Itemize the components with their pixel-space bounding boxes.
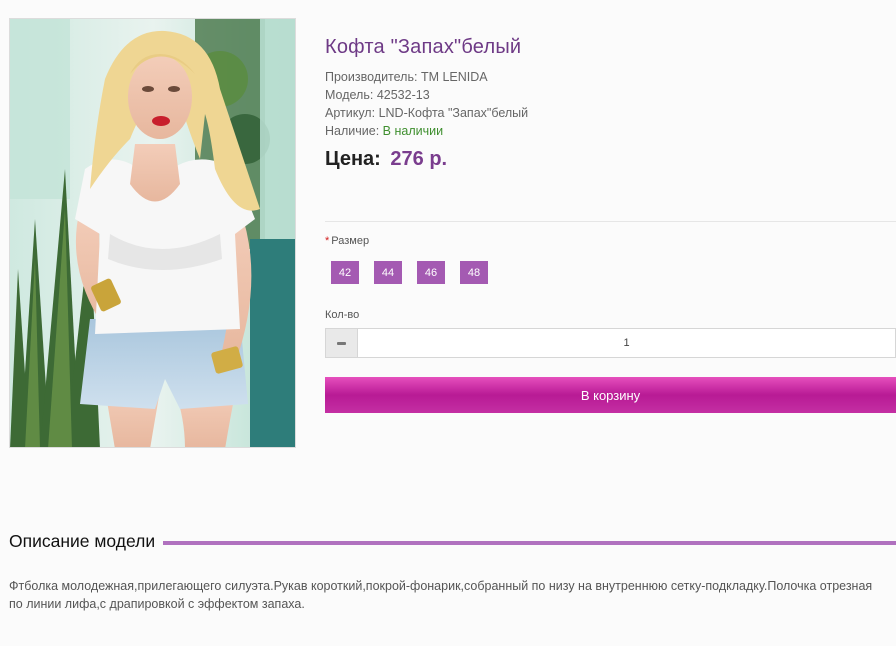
model-label: Модель:	[325, 88, 374, 102]
size-label: * Размер	[325, 235, 369, 247]
price-value: 276 р.	[390, 148, 448, 170]
sku-label: Артикул:	[325, 106, 376, 120]
product-title: Кофта "Запах"белый	[325, 36, 522, 58]
quantity-label: Кол-во	[325, 309, 360, 321]
model-value: 42532-13	[376, 88, 430, 102]
size-option-42[interactable]: 42	[331, 261, 359, 284]
model-row: Модель: 42532-13	[325, 88, 430, 102]
size-option-46[interactable]: 46	[417, 261, 445, 284]
description-header: Описание модели	[9, 531, 896, 552]
minus-icon	[337, 341, 346, 345]
product-image	[10, 19, 295, 447]
manufacturer-label: Производитель:	[325, 70, 418, 84]
size-options: 42 44 46 48	[331, 261, 488, 284]
sku-value: LND-Кофта "Запах"белый	[378, 106, 529, 120]
price-label: Цена:	[325, 148, 381, 170]
quantity-input[interactable]	[358, 329, 895, 357]
description-heading: Описание модели	[9, 531, 156, 551]
manufacturer-value[interactable]: TM LENIDA	[421, 70, 488, 84]
size-option-44[interactable]: 44	[374, 261, 402, 284]
size-label-text: Размер	[331, 235, 370, 247]
availability-row: Наличие: В наличии	[325, 124, 443, 138]
divider	[325, 221, 896, 222]
quantity-decrease-button[interactable]	[326, 329, 358, 357]
description-text: Фтболка молодежная,прилегающего силуэта.…	[9, 579, 873, 611]
required-mark: *	[325, 235, 330, 247]
manufacturer-row: Производитель: TM LENIDA	[325, 70, 488, 84]
add-to-cart-button[interactable]: В корзину	[325, 377, 896, 413]
size-option-48[interactable]: 48	[460, 261, 488, 284]
sku-row: Артикул: LND-Кофта "Запах"белый	[325, 106, 528, 120]
availability-status: В наличии	[382, 124, 444, 138]
product-photo[interactable]	[9, 18, 296, 448]
availability-label: Наличие:	[325, 124, 380, 138]
price-row: Цена: 276 р.	[325, 148, 447, 171]
description-heading-line	[163, 541, 896, 545]
quantity-stepper	[325, 328, 896, 358]
